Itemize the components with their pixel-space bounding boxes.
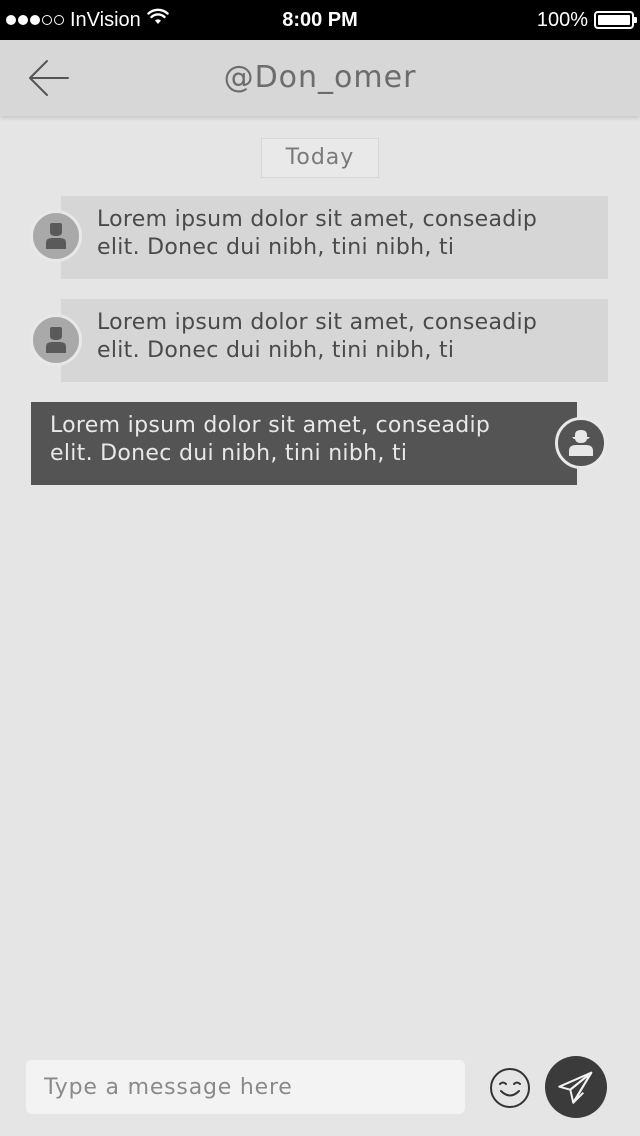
battery-icon [594,11,637,29]
date-separator: Today [261,138,379,178]
status-bar: InVision 8:00 PM 100% [0,0,640,40]
message-text-line: elit. Donec dui nibh, tini nibh, ti [50,441,408,466]
battery-fill [598,15,630,25]
paper-plane-icon [558,1071,593,1104]
battery-percentage: 100% [536,8,588,31]
user-icon [569,430,593,456]
message-text-line: Lorem ipsum dolor sit amet, conseadip [50,413,491,438]
send-button[interactable] [545,1056,607,1118]
smiley-icon [490,1068,530,1108]
conversation-title: @Don_omer [223,60,417,95]
message-incoming: Lorem ipsum dolor sit amet, conseadip el… [0,299,640,383]
status-right: 100% [536,0,637,40]
battery-cap [634,17,637,23]
message-incoming: Lorem ipsum dolor sit amet, conseadip el… [0,196,640,280]
message-input[interactable] [26,1060,465,1114]
message-outgoing: Lorem ipsum dolor sit amet, conseadip el… [0,402,640,486]
avatar[interactable] [555,417,607,469]
message-text-line: elit. Donec dui nibh, tini nibh, ti [97,338,455,363]
user-icon [46,327,66,353]
message-bubble[interactable]: Lorem ipsum dolor sit amet, conseadip el… [61,299,608,382]
avatar[interactable] [30,314,82,366]
message-bubble[interactable]: Lorem ipsum dolor sit amet, conseadip el… [31,402,577,485]
emoji-button[interactable] [489,1067,531,1109]
message-text-line: Lorem ipsum dolor sit amet, conseadip [97,207,538,232]
message-text-line: elit. Donec dui nibh, tini nibh, ti [97,235,455,260]
message-text-line: Lorem ipsum dolor sit amet, conseadip [97,310,538,335]
message-bubble[interactable]: Lorem ipsum dolor sit amet, conseadip el… [61,196,608,279]
user-icon [46,223,66,249]
navigation-bar: @Don_omer [0,40,640,116]
avatar[interactable] [30,210,82,262]
